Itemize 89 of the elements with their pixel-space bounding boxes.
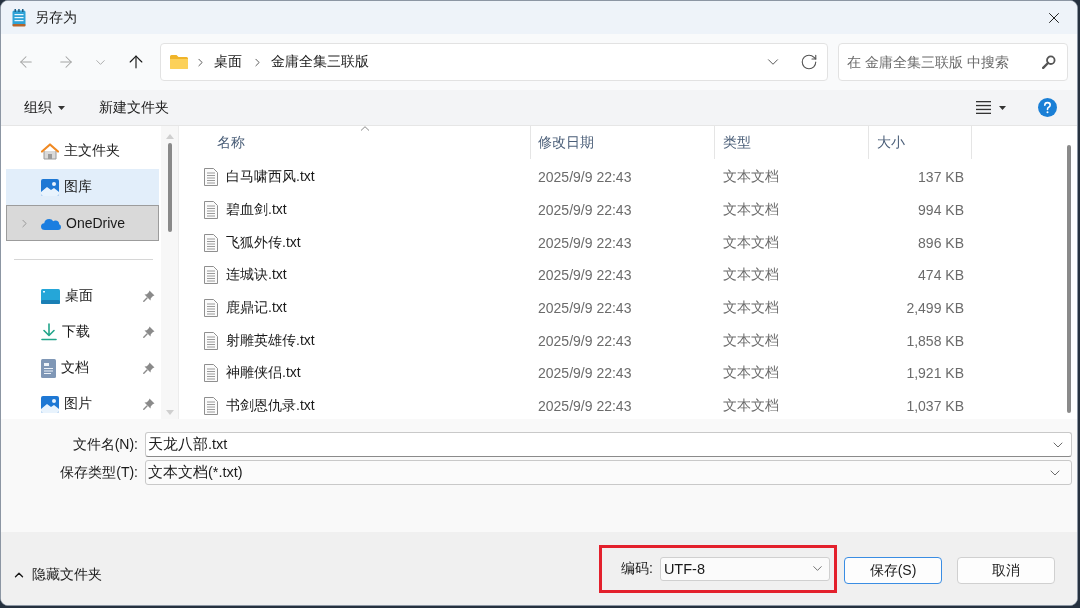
column-header[interactable]: 大小: [869, 126, 972, 159]
date-cell-text: 2025/9/9 22:43: [537, 364, 633, 384]
date-cell-text: 2025/9/9 22:43: [537, 299, 633, 319]
encoding-label: 编码:: [621, 559, 653, 578]
file-name[interactable]: 飞狐外传.txt: [226, 233, 301, 252]
file-name[interactable]: 连城诀.txt: [226, 266, 287, 285]
cancel-button[interactable]: 取消: [957, 557, 1055, 584]
date-cell-text: 2025/9/9 22:43: [537, 331, 633, 351]
type-cell-text: 文本文档: [722, 396, 780, 416]
text-file-icon: [204, 266, 218, 285]
scrollbar-thumb[interactable]: [1067, 145, 1071, 413]
file-name[interactable]: 鹿鼎记.txt: [226, 299, 287, 318]
save-button[interactable]: 保存(S): [844, 557, 942, 584]
date-cell-text: 2025/9/9 22:43: [537, 168, 633, 188]
address-bar[interactable]: 桌面 金庸全集三联版: [160, 43, 828, 81]
help-icon: [1038, 98, 1057, 117]
size-cell-text: 1,037 KB: [905, 397, 965, 417]
sidebar-item[interactable]: 桌面: [6, 278, 159, 314]
size-cell-text: 896 KB: [917, 233, 965, 253]
column-header[interactable]: 类型: [715, 126, 869, 159]
hide-folders-button[interactable]: 隐藏文件夹: [12, 565, 102, 584]
file-name[interactable]: 书剑恩仇录.txt: [226, 397, 315, 416]
new-folder-button[interactable]: 新建文件夹: [91, 93, 177, 122]
scrollbar[interactable]: [161, 126, 179, 419]
file-name-field[interactable]: 天龙八部.txt: [145, 432, 1072, 457]
document-icon: [41, 358, 56, 378]
file-type-dropdown[interactable]: 文本文档(*.txt): [145, 460, 1072, 485]
field-label: 文件名(N):: [71, 435, 139, 454]
type-cell-text: 文本文档: [722, 265, 780, 285]
date-cell-text: 2025/9/9 22:43: [537, 233, 633, 253]
file-name[interactable]: 白马啸西风.txt: [226, 168, 315, 187]
type-cell-text: 文本文档: [722, 200, 780, 220]
date-cell-text: 2025/9/9 22:43: [537, 397, 633, 417]
file-name[interactable]: 碧血剑.txt: [226, 201, 287, 220]
text-file-icon: [204, 201, 218, 220]
picture-icon: [41, 178, 59, 196]
size-cell-text: 137 KB: [917, 168, 965, 188]
size-cell-text: 2,499 KB: [905, 299, 965, 319]
pin-icon[interactable]: [143, 362, 155, 374]
sidebar-item[interactable]: 图片: [6, 386, 159, 419]
type-cell-text: 文本文档: [722, 298, 780, 318]
sidebar-item[interactable]: 主文件夹: [6, 133, 159, 169]
search-icon[interactable]: [1042, 55, 1056, 69]
scrollbar-thumb[interactable]: [167, 143, 172, 232]
organize-menu-button[interactable]: 组织: [16, 93, 73, 122]
cloud-icon: [41, 216, 61, 230]
picture-icon: [41, 395, 59, 413]
breadcrumb[interactable]: 桌面: [211, 53, 245, 71]
size-cell-text: 1,921 KB: [905, 364, 965, 384]
pin-icon[interactable]: [143, 290, 155, 302]
house-icon: [41, 142, 59, 160]
type-cell-text: 文本文档: [722, 330, 780, 350]
sidebar-item[interactable]: OneDrive: [6, 205, 159, 241]
sidebar-item[interactable]: 图库: [6, 169, 159, 205]
notepad-icon: [12, 8, 26, 27]
size-cell-text: 994 KB: [917, 201, 965, 221]
date-cell-text: 2025/9/9 22:43: [537, 266, 633, 286]
type-cell-text: 文本文档: [722, 363, 780, 383]
sidebar-item[interactable]: 文档: [6, 350, 159, 386]
download-icon: [41, 323, 57, 341]
breadcrumb[interactable]: 金庸全集三联版: [268, 53, 372, 71]
text-file-icon: [204, 397, 218, 416]
text-file-icon: [204, 331, 218, 350]
pin-icon[interactable]: [143, 326, 155, 338]
folder-icon: [170, 55, 188, 69]
type-cell-text: 文本文档: [722, 167, 780, 187]
column-header[interactable]: 名称: [199, 126, 531, 159]
list-view-icon: [976, 101, 991, 114]
type-cell-text: 文本文档: [722, 232, 780, 252]
pin-icon[interactable]: [143, 398, 155, 410]
field-label: 保存类型(T):: [59, 463, 139, 482]
size-cell-text: 474 KB: [917, 266, 965, 286]
text-file-icon: [204, 233, 218, 252]
window-title: 另存为: [35, 8, 77, 27]
date-cell-text: 2025/9/9 22:43: [537, 201, 633, 221]
size-cell-text: 1,858 KB: [905, 331, 965, 351]
column-header[interactable]: 修改日期: [531, 126, 715, 159]
caret-down-icon: [58, 105, 65, 110]
file-name[interactable]: 射雕英雄传.txt: [226, 331, 315, 350]
caret-down-icon: [999, 105, 1006, 110]
sidebar-item[interactable]: 下载: [6, 314, 159, 350]
text-file-icon: [204, 364, 218, 383]
refresh-icon: [800, 53, 818, 71]
encoding-dropdown[interactable]: UTF-8: [659, 556, 830, 581]
text-file-icon: [204, 168, 218, 187]
desktop-icon: [41, 288, 60, 304]
file-name[interactable]: 神雕侠侣.txt: [226, 364, 301, 383]
text-file-icon: [204, 299, 218, 318]
search-field[interactable]: 在 金庸全集三联版 中搜索: [838, 43, 1068, 81]
